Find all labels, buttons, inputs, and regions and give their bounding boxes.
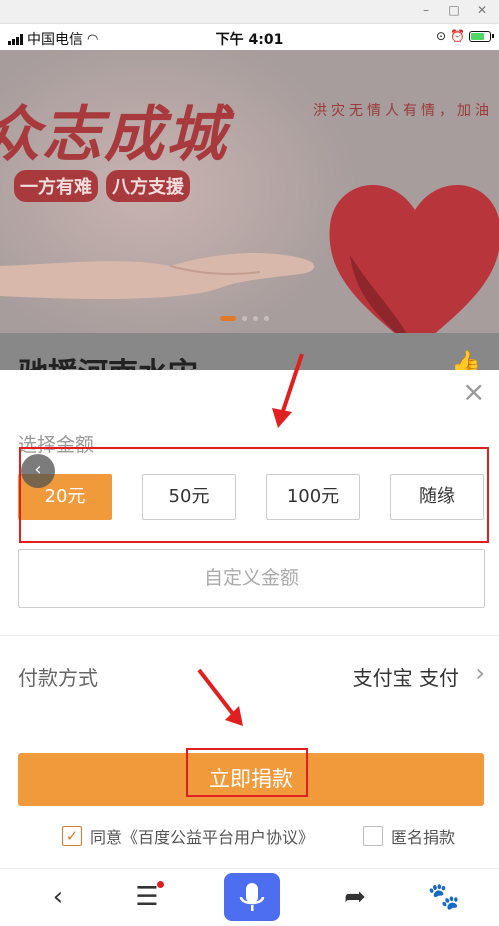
amount-option-50[interactable]: 50元 — [142, 474, 236, 520]
anonymous-checkbox[interactable] — [363, 826, 383, 846]
custom-amount-input[interactable]: 自定义金额 — [18, 549, 485, 608]
banner-tags: 一方有难 八方支援 — [14, 170, 190, 202]
close-window-icon[interactable]: ✕ — [474, 3, 490, 17]
project-header: 驰援河南水灾 👍 — [0, 333, 499, 370]
agree-checkbox[interactable]: ✓ — [62, 826, 82, 846]
anonymous-label: 匿名捐款 — [391, 828, 456, 847]
microphone-icon — [239, 883, 265, 911]
clock: 下午 4:01 — [215, 32, 284, 48]
donation-sheet: × 选择金额 20元 50元 100元 随缘 ‹ 自定义金额 付款方式 支付宝 … — [0, 370, 499, 926]
back-arrow-icon[interactable]: ‹ — [21, 454, 55, 488]
close-icon[interactable]: × — [462, 378, 485, 406]
donate-now-button[interactable]: 立即捐款 — [18, 753, 484, 806]
campaign-banner[interactable]: 众志成城 一方有难 八方支援 洪灾无情人有情，加油 — [0, 50, 499, 333]
agreement-row[interactable]: ✓ 同意《百度公益平台用户协议》 — [62, 824, 314, 848]
banner-tag: 一方有难 — [14, 170, 98, 202]
project-title: 驰援河南水灾 — [18, 349, 198, 370]
payment-method-label: 付款方式 — [18, 666, 98, 690]
maximize-icon[interactable]: □ — [446, 3, 462, 17]
payment-method-value[interactable]: 支付宝 支付 — [353, 662, 459, 691]
anonymous-row[interactable]: 匿名捐款 — [363, 824, 455, 848]
banner-title: 众志成城 — [0, 100, 228, 170]
battery-icon — [469, 30, 494, 42]
select-amount-label: 选择金额 — [18, 434, 95, 456]
amount-option-100[interactable]: 100元 — [266, 474, 360, 520]
rotation-lock-icon: ⊙ — [435, 29, 447, 43]
divider — [0, 635, 499, 636]
back-icon[interactable]: ‹ — [38, 877, 78, 917]
voice-search-button[interactable] — [224, 873, 280, 921]
banner-slogan: 洪灾无情人有情，加油 — [313, 103, 493, 119]
chevron-right-icon[interactable]: › — [475, 659, 485, 687]
notification-dot — [157, 881, 164, 888]
baidu-paw-icon[interactable]: 🐾 — [424, 877, 464, 917]
alarm-icon: ⏰ — [450, 29, 465, 43]
minimize-icon[interactable]: – — [418, 3, 434, 17]
window-title-bar: – □ ✕ — [0, 0, 499, 24]
share-icon[interactable]: ➦ — [335, 877, 375, 917]
carousel-indicator[interactable] — [220, 316, 269, 321]
hand-image — [0, 252, 315, 299]
heart-image — [329, 185, 499, 333]
banner-tag: 八方支援 — [106, 170, 190, 202]
agree-label: 同意《百度公益平台用户协议》 — [90, 828, 315, 847]
like-icon[interactable]: 👍 — [451, 349, 481, 370]
bottom-navigation: ‹ ☰ ➦ 🐾 — [0, 868, 499, 926]
amount-option-random[interactable]: 随缘 — [390, 474, 484, 520]
status-bar: 中国电信 ◠ 下午 4:01 ⊙ ⏰ — [0, 24, 499, 50]
